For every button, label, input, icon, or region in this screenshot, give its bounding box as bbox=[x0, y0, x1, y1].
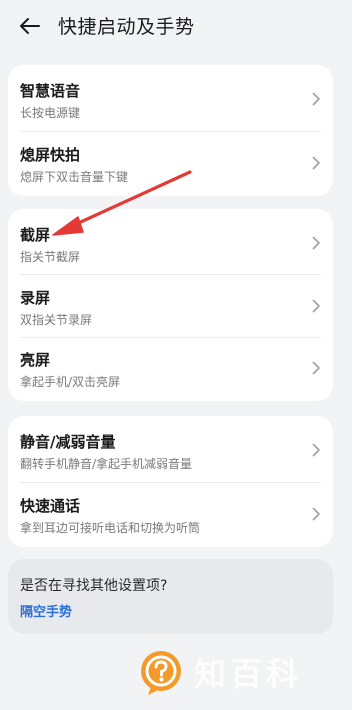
setting-subtitle: 指关节截屏 bbox=[20, 250, 81, 264]
chevron-right-icon bbox=[312, 299, 320, 313]
setting-title: 静音/减弱音量 bbox=[20, 433, 116, 451]
chevron-right-icon bbox=[312, 236, 320, 250]
setting-row-mute-volume[interactable]: 静音/减弱音量 翻转手机静音/拿起手机减弱音量 bbox=[8, 419, 333, 481]
chevron-right-icon bbox=[312, 507, 320, 521]
setting-subtitle: 拿到耳边可接听电话和切换为听筒 bbox=[20, 521, 201, 535]
setting-row-screen-record[interactable]: 录屏 双指关节录屏 bbox=[8, 275, 333, 337]
setting-title: 截屏 bbox=[20, 226, 51, 244]
chevron-right-icon bbox=[312, 156, 320, 170]
watermark-logo-icon bbox=[141, 651, 181, 695]
chevron-right-icon bbox=[312, 361, 320, 375]
setting-row-wake-screen[interactable]: 亮屏 拿起手机/双击亮屏 bbox=[8, 337, 333, 399]
setting-row-screen-off-snapshot[interactable]: 熄屏快拍 熄屏下双击音量下键 bbox=[8, 132, 333, 194]
setting-subtitle: 长按电源键 bbox=[20, 106, 81, 120]
air-gesture-link[interactable]: 隔空手势 bbox=[20, 604, 72, 622]
page-title: 快捷启动及手势 bbox=[58, 16, 195, 38]
suggestion-card: 是否在寻找其他设置项? 隔空手势 bbox=[8, 559, 333, 634]
setting-title: 录屏 bbox=[20, 289, 51, 307]
setting-title: 亮屏 bbox=[20, 351, 51, 369]
setting-row-quick-call[interactable]: 快速通话 拿到耳边可接听电话和切换为听筒 bbox=[8, 483, 333, 545]
setting-title: 智慧语音 bbox=[20, 82, 81, 100]
header: 快捷启动及手势 bbox=[0, 0, 352, 56]
setting-subtitle: 熄屏下双击音量下键 bbox=[20, 170, 129, 184]
back-arrow-icon bbox=[20, 18, 40, 34]
settings-group-3: 静音/减弱音量 翻转手机静音/拿起手机减弱音量 快速通话 拿到耳边可接听电话和切… bbox=[8, 416, 333, 547]
chevron-right-icon bbox=[312, 92, 320, 106]
setting-subtitle: 双指关节录屏 bbox=[20, 313, 93, 327]
setting-title: 快速通话 bbox=[20, 497, 81, 515]
back-button[interactable] bbox=[14, 12, 46, 40]
settings-group-1: 智慧语音 长按电源键 熄屏快拍 熄屏下双击音量下键 bbox=[8, 65, 333, 196]
setting-row-screenshot[interactable]: 截屏 指关节截屏 bbox=[8, 212, 333, 274]
setting-subtitle: 翻转手机静音/拿起手机减弱音量 bbox=[20, 457, 193, 471]
chevron-right-icon bbox=[312, 443, 320, 457]
watermark-text: 知百科 bbox=[194, 655, 303, 693]
settings-group-2: 截屏 指关节截屏 录屏 双指关节录屏 亮屏 拿起手机/双击亮屏 bbox=[8, 209, 333, 401]
setting-row-smart-voice[interactable]: 智慧语音 长按电源键 bbox=[8, 68, 333, 130]
setting-subtitle: 拿起手机/双击亮屏 bbox=[20, 375, 121, 389]
watermark: 知百科 bbox=[138, 650, 348, 700]
suggestion-question: 是否在寻找其他设置项? bbox=[20, 578, 168, 594]
setting-title: 熄屏快拍 bbox=[20, 146, 81, 164]
